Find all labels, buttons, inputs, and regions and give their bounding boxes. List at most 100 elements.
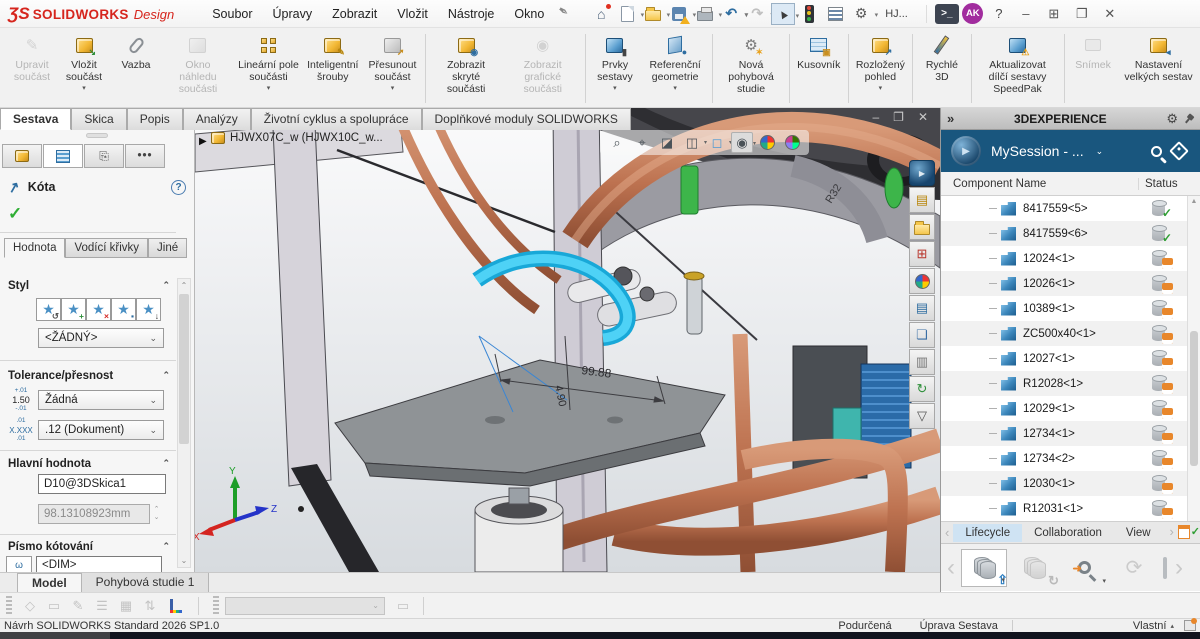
- table-row[interactable]: 12026<1>: [941, 271, 1200, 296]
- tabs-scroll-left-icon[interactable]: ‹: [941, 525, 953, 540]
- select-cursor-icon[interactable]: ▲: [771, 3, 795, 25]
- undo-icon[interactable]: ↶: [719, 3, 743, 25]
- mate-button[interactable]: Vazba: [110, 30, 162, 107]
- 3dexperience-compass-icon[interactable]: [909, 160, 935, 186]
- graphics-viewport[interactable]: 99.88 4.90 R32 Y X Z ▶ HJWX07C_w (HJWX10…: [195, 108, 940, 572]
- property-manager-tab[interactable]: [43, 144, 83, 168]
- tab-evaluate[interactable]: Analýzy: [183, 108, 251, 130]
- library-icon[interactable]: ▥: [909, 349, 935, 375]
- chevron-down-icon[interactable]: ⌄: [1096, 146, 1104, 157]
- hide-show-items-icon[interactable]: ◉▾: [731, 132, 753, 153]
- table-row[interactable]: 12030<1>: [941, 471, 1200, 496]
- menu-view[interactable]: Zobrazit: [322, 3, 387, 25]
- style-section-header[interactable]: Styl⌃: [8, 280, 170, 292]
- restore-button[interactable]: ❐: [1069, 6, 1095, 22]
- spinner-arrows[interactable]: ⌃⌄: [150, 504, 163, 524]
- zoom-fit-icon[interactable]: ⌕: [606, 132, 628, 153]
- home-icon[interactable]: ⌂: [589, 3, 613, 25]
- menu-window[interactable]: Okno: [504, 3, 554, 25]
- layer-properties-icon[interactable]: [168, 599, 184, 613]
- precision-dropdown[interactable]: .12 (Dokument)⌄: [38, 420, 164, 440]
- large-assembly-settings-button[interactable]: ◂Nastavení velkých sestav: [1119, 30, 1198, 107]
- panel-scrollbar[interactable]: ⌃ ⌄: [177, 278, 191, 568]
- session-label[interactable]: MySession - ...: [991, 143, 1084, 159]
- exploded-view-button[interactable]: ↗Rozložený pohled▾: [851, 30, 909, 107]
- drag-handle[interactable]: [213, 596, 219, 616]
- zoom-area-icon[interactable]: ⌖: [631, 132, 653, 153]
- more-tabs-button[interactable]: •••: [125, 144, 165, 168]
- search-icon[interactable]: [1151, 146, 1162, 157]
- tab-view[interactable]: View: [1114, 524, 1163, 542]
- list-scrollbar[interactable]: ▲: [1187, 196, 1200, 521]
- tabs-scroll-right-icon[interactable]: ›: [1165, 524, 1177, 539]
- move-component-button[interactable]: ➚Přesunout součást▾: [362, 30, 422, 107]
- gear-icon[interactable]: ⚙: [1166, 111, 1178, 127]
- tab-addins[interactable]: Doplňkové moduly SOLIDWORKS: [422, 108, 631, 130]
- menu-tools[interactable]: Nástroje: [438, 3, 505, 25]
- section-view-icon[interactable]: ◪: [656, 132, 678, 153]
- motion-tool-icon[interactable]: ▭: [391, 598, 415, 614]
- table-row[interactable]: 10389<1>: [941, 296, 1200, 321]
- appearance-sphere-icon[interactable]: [909, 268, 935, 294]
- menu-insert[interactable]: Vložit: [387, 3, 438, 25]
- tab-value[interactable]: Hodnota: [4, 238, 65, 258]
- edit-component-button[interactable]: ✎Upravit součást: [6, 30, 58, 107]
- display-style-icon[interactable]: ◻▾: [706, 132, 728, 153]
- new-motion-study-button[interactable]: ⚙✶Nová pohybová studie: [716, 30, 786, 107]
- sync-button[interactable]: ⟳: [1111, 549, 1157, 587]
- options-list-icon[interactable]: [823, 3, 847, 25]
- configuration-selector[interactable]: Vlastní ▴: [1133, 620, 1184, 632]
- table-row[interactable]: 8417559<6>: [941, 221, 1200, 246]
- tab-sketch[interactable]: Skica: [71, 108, 126, 130]
- motion-tool-icon[interactable]: ◇: [18, 598, 42, 614]
- delete-style-button[interactable]: ★×: [86, 298, 111, 321]
- feature-manager-tab[interactable]: [2, 144, 42, 168]
- minimize-button[interactable]: –: [1013, 6, 1039, 21]
- avatar[interactable]: AK: [961, 3, 985, 25]
- table-row[interactable]: 12734<1>: [941, 421, 1200, 446]
- primary-value-section-header[interactable]: Hlavní hodnota⌃: [8, 458, 170, 470]
- table-row[interactable]: 12734<2>: [941, 446, 1200, 471]
- tab-leaders[interactable]: Vodící křivky: [65, 238, 148, 258]
- simulation-flask-icon[interactable]: ▽: [909, 403, 935, 429]
- 3dexperience-launcher-icon[interactable]: >_: [935, 3, 959, 25]
- motion-tool-icon[interactable]: ▭: [42, 598, 66, 614]
- child-close-button[interactable]: ✕: [918, 110, 928, 124]
- motion-tool-icon[interactable]: ☰: [90, 598, 114, 614]
- update-part-icon[interactable]: ↻: [909, 376, 935, 402]
- refresh-database-button[interactable]: ↻: [1011, 549, 1057, 587]
- document-status-icon[interactable]: [1184, 620, 1196, 631]
- table-row[interactable]: 12024<1>: [941, 246, 1200, 271]
- linear-pattern-button[interactable]: Lineární pole součásti▾: [234, 30, 303, 107]
- table-row[interactable]: 12027<1>: [941, 346, 1200, 371]
- close-button[interactable]: ✕: [1097, 6, 1123, 22]
- assembly-features-button[interactable]: ▮Prvky sestavy▾: [589, 30, 641, 107]
- style-dropdown[interactable]: <ŽÁDNÝ>⌄: [38, 328, 164, 348]
- child-minimize-button[interactable]: –: [872, 110, 879, 124]
- pin-icon[interactable]: [1182, 111, 1196, 125]
- show-hidden-components-button[interactable]: ◉Zobrazit skryté součásti: [429, 30, 503, 107]
- comments-icon[interactable]: ❏: [909, 322, 935, 348]
- save-to-platform-button[interactable]: ⇧▾: [961, 549, 1007, 587]
- redo-icon[interactable]: ↷: [745, 3, 769, 25]
- snapshot-button[interactable]: Snímek: [1067, 30, 1119, 107]
- ok-check-icon[interactable]: ✓: [8, 204, 22, 224]
- collapse-chevrons-icon[interactable]: »: [947, 111, 954, 126]
- motion-tool-icon[interactable]: ▦: [114, 598, 138, 614]
- design-table-icon[interactable]: ⊞: [909, 241, 935, 267]
- drag-handle[interactable]: [6, 596, 12, 616]
- configuration-manager-tab[interactable]: ⎘: [84, 144, 124, 168]
- toolbar-scroll-left-icon[interactable]: ‹: [945, 556, 957, 580]
- open-document-icon[interactable]: [641, 3, 665, 25]
- custom-properties-icon[interactable]: ▤: [909, 295, 935, 321]
- split-view-button[interactable]: ⊞: [1041, 6, 1067, 22]
- tab-lifecycle[interactable]: Životní cyklus a spolupráce: [251, 108, 422, 130]
- help-icon[interactable]: ?: [987, 3, 1011, 25]
- component-properties-icon[interactable]: ▤: [909, 187, 935, 213]
- bill-of-materials-button[interactable]: ▣Kusovník: [793, 30, 845, 107]
- table-row[interactable]: ZC500x40<1>: [941, 321, 1200, 346]
- table-row[interactable]: 12029<1>: [941, 396, 1200, 421]
- add-style-button[interactable]: ★+: [61, 298, 86, 321]
- motion-tool-icon[interactable]: ✎: [66, 598, 90, 614]
- table-row[interactable]: R12028<1>: [941, 371, 1200, 396]
